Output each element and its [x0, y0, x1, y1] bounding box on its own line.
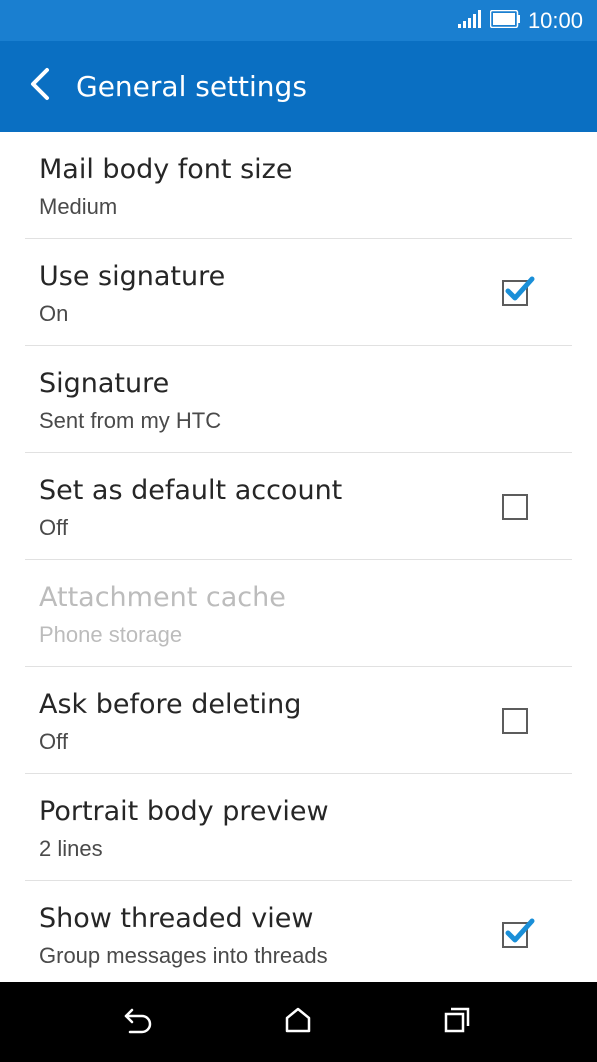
setting-title: Set as default account: [39, 475, 343, 506]
back-button[interactable]: [18, 63, 62, 109]
app-bar: General settings: [0, 41, 597, 132]
status-bar: 10:00: [0, 0, 597, 41]
setting-value: Group messages into threads: [39, 943, 328, 968]
battery-icon: [489, 9, 520, 32]
threaded-view-checkbox[interactable]: [502, 918, 535, 948]
setting-attachment-cache: Attachment cache Phone storage: [25, 560, 572, 667]
setting-title: Use signature: [39, 261, 226, 292]
signal-icon: [457, 10, 482, 32]
setting-value: Sent from my HTC: [39, 408, 222, 433]
nav-back-button[interactable]: [114, 1002, 164, 1042]
navigation-bar: [0, 982, 597, 1062]
setting-value: Medium: [39, 194, 118, 219]
recent-apps-icon: [443, 1006, 471, 1038]
setting-title: Ask before deleting: [39, 689, 302, 720]
settings-list: Mail body font size Medium Use signature…: [0, 132, 597, 988]
setting-title: Show threaded view: [39, 903, 314, 934]
back-chevron-icon: [28, 67, 52, 105]
back-icon: [123, 1006, 155, 1038]
setting-title: Portrait body preview: [39, 796, 329, 827]
setting-show-threaded-view[interactable]: Show threaded view Group messages into t…: [25, 881, 572, 988]
setting-use-signature[interactable]: Use signature On: [25, 239, 572, 346]
nav-recent-apps-button[interactable]: [432, 1002, 482, 1042]
nav-home-button[interactable]: [273, 1002, 323, 1042]
setting-default-account[interactable]: Set as default account Off: [25, 453, 572, 560]
default-account-checkbox[interactable]: [502, 494, 528, 520]
setting-ask-before-deleting[interactable]: Ask before deleting Off: [25, 667, 572, 774]
setting-value: Off: [39, 515, 68, 540]
page-title: General settings: [76, 70, 307, 103]
status-time: 10:00: [527, 8, 583, 33]
ask-before-deleting-checkbox[interactable]: [502, 708, 528, 734]
setting-value: On: [39, 301, 69, 326]
setting-portrait-body-preview[interactable]: Portrait body preview 2 lines: [25, 774, 572, 881]
setting-title: Attachment cache: [39, 582, 286, 613]
setting-signature[interactable]: Signature Sent from my HTC: [25, 346, 572, 453]
setting-value: Phone storage: [39, 622, 183, 647]
checkmark-icon: [505, 918, 535, 943]
status-icons: 10:00: [457, 8, 583, 34]
setting-value: 2 lines: [39, 836, 103, 861]
setting-mail-body-font-size[interactable]: Mail body font size Medium: [25, 132, 572, 239]
setting-title: Mail body font size: [39, 154, 293, 185]
home-icon: [284, 1006, 312, 1038]
checkmark-icon: [505, 276, 535, 301]
setting-title: Signature: [39, 368, 170, 399]
use-signature-checkbox[interactable]: [502, 276, 535, 306]
setting-value: Off: [39, 729, 68, 754]
